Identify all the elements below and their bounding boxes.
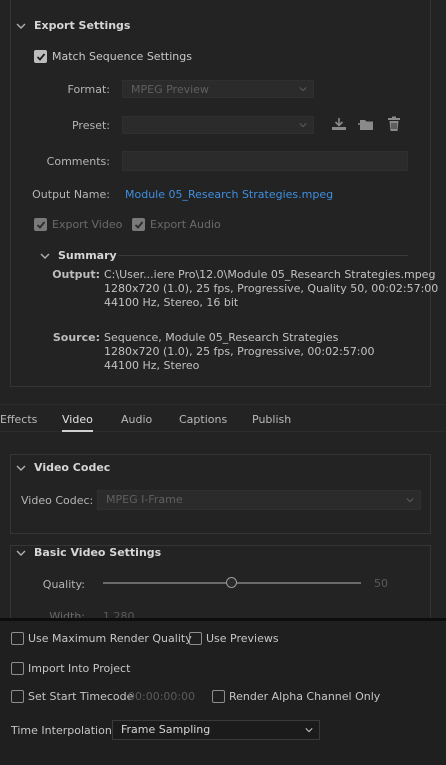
tab-audio[interactable]: Audio bbox=[121, 413, 152, 426]
summary-output-text: C:\User...iere Pro\12.0\Module 05_Resear… bbox=[104, 268, 438, 310]
checkmark-icon bbox=[134, 221, 144, 229]
tab-captions[interactable]: Captions bbox=[179, 413, 227, 426]
summary-output-label: Output: bbox=[52, 268, 100, 281]
format-dropdown[interactable]: MPEG Preview bbox=[122, 80, 314, 98]
comments-label: Comments: bbox=[46, 155, 110, 168]
alpha-channel-only-checkbox[interactable] bbox=[212, 690, 225, 703]
max-render-quality-label: Use Maximum Render Quality bbox=[28, 632, 192, 645]
video-codec-label: Video Codec: bbox=[21, 494, 94, 507]
export-audio-checkbox[interactable] bbox=[132, 218, 145, 231]
render-options-panel: Use Maximum Render Quality Use Previews … bbox=[0, 618, 446, 765]
use-previews-checkbox[interactable] bbox=[189, 632, 202, 645]
video-codec-header[interactable]: Video Codec bbox=[16, 461, 110, 474]
summary-source-line: Sequence, Module 05_Research Strategies bbox=[104, 331, 339, 344]
tab-effects[interactable]: Effects bbox=[0, 413, 37, 426]
tab-publish[interactable]: Publish bbox=[252, 413, 291, 426]
summary-output-line: 1280x720 (1.0), 25 fps, Progressive, Qua… bbox=[104, 282, 439, 295]
chevron-down-icon bbox=[16, 23, 26, 29]
settings-tabs: Effects Video Audio Captions Publish bbox=[0, 404, 446, 432]
chevron-down-icon bbox=[305, 728, 313, 733]
summary-source-label: Source: bbox=[52, 331, 100, 344]
summary-output-line: C:\User...iere Pro\12.0\Module 05_Resear… bbox=[104, 268, 436, 281]
time-interpolation-label: Time Interpolation: bbox=[11, 724, 116, 737]
start-timecode-value[interactable]: 00:00:00:00 bbox=[128, 690, 195, 703]
import-preset-icon[interactable] bbox=[357, 116, 375, 132]
video-codec-value: MPEG I-Frame bbox=[106, 493, 183, 506]
chevron-down-icon bbox=[299, 87, 307, 92]
summary-divider bbox=[118, 255, 408, 256]
summary-source-text: Sequence, Module 05_Research Strategies … bbox=[104, 331, 375, 373]
use-previews-label: Use Previews bbox=[206, 632, 279, 645]
comments-input[interactable] bbox=[122, 151, 408, 171]
video-codec-title: Video Codec bbox=[34, 461, 111, 474]
export-video-label: Export Video bbox=[52, 218, 123, 231]
time-interpolation-value: Frame Sampling bbox=[121, 723, 211, 736]
max-render-quality-checkbox[interactable] bbox=[11, 632, 24, 645]
preset-label: Preset: bbox=[71, 119, 110, 132]
export-audio-label: Export Audio bbox=[150, 218, 221, 231]
export-video-checkbox[interactable] bbox=[34, 218, 47, 231]
quality-label: Quality: bbox=[42, 578, 85, 591]
basic-video-header[interactable]: Basic Video Settings bbox=[16, 546, 161, 559]
export-settings-title: Export Settings bbox=[34, 19, 131, 32]
quality-slider-handle[interactable] bbox=[226, 577, 237, 588]
summary-title: Summary bbox=[58, 249, 117, 262]
format-value: MPEG Preview bbox=[131, 83, 209, 96]
basic-video-title: Basic Video Settings bbox=[34, 546, 162, 559]
match-sequence-checkbox[interactable] bbox=[34, 50, 47, 63]
checkmark-icon bbox=[36, 53, 46, 61]
export-settings-header[interactable]: Export Settings bbox=[16, 19, 130, 32]
tab-video[interactable]: Video bbox=[62, 413, 93, 432]
alpha-channel-only-label: Render Alpha Channel Only bbox=[229, 690, 381, 703]
quality-value[interactable]: 50 bbox=[374, 577, 388, 590]
chevron-down-icon bbox=[406, 498, 414, 503]
start-timecode-checkbox[interactable] bbox=[11, 690, 24, 703]
preset-dropdown[interactable] bbox=[122, 116, 314, 134]
import-into-project-checkbox[interactable] bbox=[11, 662, 24, 675]
summary-source-line: 44100 Hz, Stereo bbox=[104, 359, 200, 372]
summary-header[interactable]: Summary bbox=[40, 249, 117, 262]
output-name-link[interactable]: Module 05_Research Strategies.mpeg bbox=[125, 188, 333, 201]
chevron-down-icon bbox=[299, 123, 307, 128]
delete-preset-icon[interactable] bbox=[385, 116, 403, 132]
output-name-label: Output Name: bbox=[32, 188, 110, 201]
chevron-down-icon bbox=[40, 253, 50, 259]
start-timecode-label: Set Start Timecode bbox=[28, 690, 134, 703]
video-codec-dropdown[interactable]: MPEG I-Frame bbox=[97, 490, 421, 510]
summary-source-line: 1280x720 (1.0), 25 fps, Progressive, 00:… bbox=[104, 345, 375, 358]
chevron-down-icon bbox=[16, 550, 26, 556]
save-preset-icon[interactable] bbox=[330, 116, 348, 132]
time-interpolation-dropdown[interactable]: Frame Sampling bbox=[112, 720, 320, 740]
match-sequence-label: Match Sequence Settings bbox=[52, 50, 192, 63]
format-label: Format: bbox=[67, 83, 110, 96]
import-into-project-label: Import Into Project bbox=[28, 662, 131, 675]
checkmark-icon bbox=[36, 221, 46, 229]
chevron-down-icon bbox=[16, 465, 26, 471]
summary-output-line: 44100 Hz, Stereo, 16 bit bbox=[104, 296, 239, 309]
